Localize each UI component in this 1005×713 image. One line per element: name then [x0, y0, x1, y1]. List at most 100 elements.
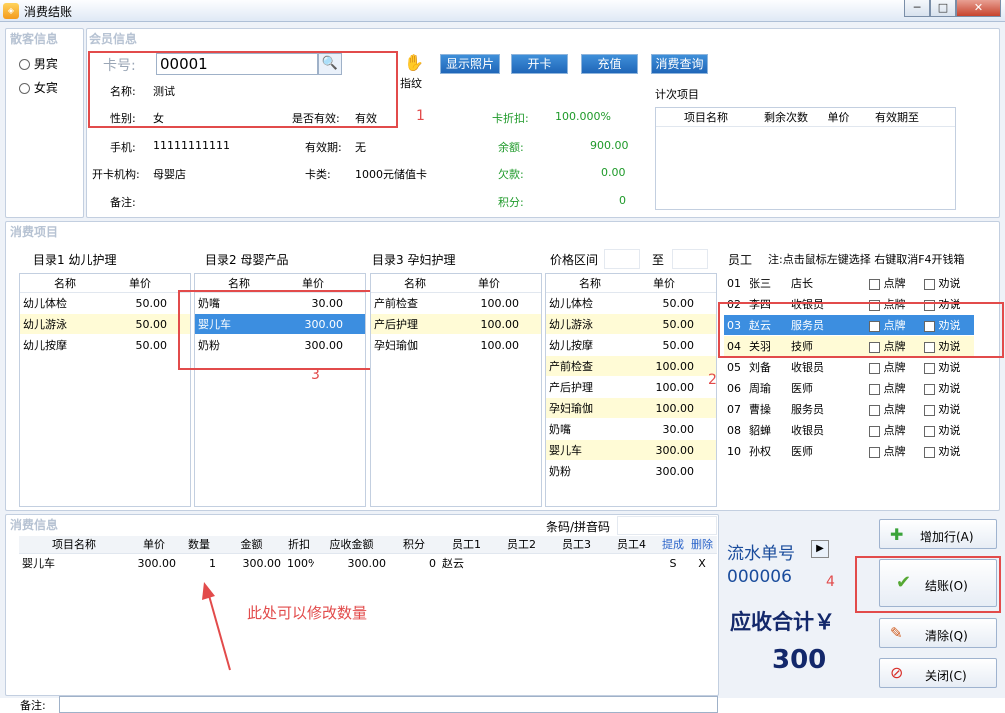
list-item[interactable]: 孕妇瑜伽 100.00	[371, 335, 541, 356]
category-2-tab[interactable]: 目录2 母婴产品	[205, 251, 288, 268]
persuade-checkbox[interactable]: 劝说	[921, 378, 971, 398]
persuade-checkbox[interactable]: 劝说	[921, 357, 971, 377]
receivable-label: 应收合计￥	[730, 610, 835, 634]
show-photo-button[interactable]: 显示照片	[440, 54, 500, 74]
count-col-price: 单价	[827, 111, 850, 124]
price-range-label: 价格区间	[550, 253, 599, 267]
minimize-button[interactable]: ─	[904, 0, 930, 17]
guest-title: 散客信息	[10, 32, 59, 46]
consume-cell	[494, 554, 549, 573]
consume-cell	[549, 554, 604, 573]
list-item[interactable]: 奶嘴 30.00	[546, 419, 716, 440]
col-name: 名称	[404, 277, 426, 290]
recharge-button[interactable]: 充值	[581, 54, 638, 74]
point-checkbox[interactable]: 点牌	[866, 357, 921, 377]
consume-cell[interactable]: S	[659, 554, 687, 573]
list-item[interactable]: 幼儿体检 50.00	[20, 293, 190, 314]
col-price: 单价	[129, 277, 151, 290]
count-col-expiry: 有效期至	[875, 111, 919, 124]
persuade-checkbox[interactable]: 劝说	[921, 399, 971, 419]
list-item[interactable]: 幼儿游泳 50.00	[546, 314, 716, 335]
category-3-tab[interactable]: 目录3 孕妇护理	[372, 251, 455, 268]
fingerprint-label[interactable]: 指纹	[400, 75, 422, 91]
list-item[interactable]: 幼儿按摩 50.00	[546, 335, 716, 356]
annotation-2: 2	[708, 372, 717, 388]
consume-col: 积分	[403, 538, 425, 551]
close-window-button[interactable]: ✕	[956, 0, 1001, 17]
points-label: 积分:	[498, 196, 524, 209]
open-card-button[interactable]: 开卡	[511, 54, 568, 74]
table-row[interactable]: 婴儿车300.001300.00100%300.000赵云SX	[19, 554, 717, 574]
barcode-input[interactable]	[617, 516, 717, 535]
point-checkbox[interactable]: 点牌	[866, 378, 921, 398]
list-item[interactable]: 产前检查 100.00	[546, 356, 716, 377]
category-1-grid: 名称 单价 幼儿体检 50.00 幼儿游泳 50.00 幼儿按摩 50.00	[19, 273, 191, 507]
expiry-value: 无	[355, 141, 366, 154]
list-item[interactable]: 幼儿体检 50.00	[546, 293, 716, 314]
list-item[interactable]: 婴儿车 300.00	[546, 440, 716, 461]
male-radio[interactable]: 男宾	[19, 55, 58, 72]
remark-label: 备注:	[20, 699, 46, 712]
staff-row[interactable]: 08 貂蝉 收银员 点牌 劝说	[724, 420, 974, 441]
point-checkbox[interactable]: 点牌	[866, 420, 921, 440]
staff-row[interactable]: 10 孙权 医师 点牌 劝说	[724, 441, 974, 462]
valid-value: 有效	[355, 112, 377, 125]
price-max-input[interactable]	[672, 249, 708, 269]
category-1-tab[interactable]: 目录1 幼儿护理	[33, 251, 116, 268]
maximize-button[interactable]: □	[930, 0, 956, 17]
list-item[interactable]: 幼儿按摩 50.00	[20, 335, 190, 356]
list-item[interactable]: 奶粉 300.00	[546, 461, 716, 482]
member-title: 会员信息	[89, 32, 138, 46]
consume-cell[interactable]: X	[687, 554, 717, 573]
point-checkbox[interactable]: 点牌	[866, 441, 921, 461]
count-col-name: 项目名称	[684, 111, 728, 124]
staff-row[interactable]: 06 周瑜 医师 点牌 劝说	[724, 378, 974, 399]
plus-icon: ✚	[890, 525, 904, 544]
persuade-checkbox[interactable]: 劝说	[921, 273, 971, 293]
female-radio[interactable]: 女宾	[19, 79, 58, 96]
debt-label: 欠款:	[498, 168, 524, 181]
list-item[interactable]: 产后护理 100.00	[371, 314, 541, 335]
persuade-checkbox[interactable]: 劝说	[921, 420, 971, 440]
annotation-box-3	[178, 290, 388, 370]
annotation-box-2	[718, 302, 1004, 358]
fingerprint-icon[interactable]: ✋	[401, 53, 427, 72]
search-icon[interactable]: 🔍	[318, 53, 342, 75]
category-3-grid: 名称 单价 产前检查 100.00 产后护理 100.00 孕妇瑜伽 100.00	[370, 273, 542, 507]
cursor-icon[interactable]: ▶	[811, 540, 829, 558]
title-bar: ◈ 消费结账 ─ □ ✕	[0, 0, 1005, 22]
add-row-button[interactable]: ✚ 增加行(A)	[879, 519, 997, 549]
list-item[interactable]: 产前检查 100.00	[371, 293, 541, 314]
consume-col: 提成	[662, 538, 684, 551]
price-min-input[interactable]	[604, 249, 640, 269]
checkout-button[interactable]: ✔ 结账(O)	[879, 559, 997, 607]
all-items-grid: 名称 单价 幼儿体检 50.00 幼儿游泳 50.00 幼儿按摩 50.00 产前检查 1…	[545, 273, 717, 507]
close-button[interactable]: ⊘ 关闭(C)	[879, 658, 997, 688]
staff-row[interactable]: 05 刘备 收银员 点牌 劝说	[724, 357, 974, 378]
persuade-checkbox[interactable]: 劝说	[921, 441, 971, 461]
list-item[interactable]: 孕妇瑜伽 100.00	[546, 398, 716, 419]
card-number-input[interactable]	[156, 53, 318, 75]
list-item[interactable]: 产后护理 100.00	[546, 377, 716, 398]
point-checkbox[interactable]: 点牌	[866, 273, 921, 293]
debt-value: 0.00	[601, 166, 626, 179]
staff-row[interactable]: 07 曹操 服务员 点牌 劝说	[724, 399, 974, 420]
clear-button[interactable]: ✎ 清除(Q)	[879, 618, 997, 648]
staff-row[interactable]: 01 张三 店长 点牌 劝说	[724, 273, 974, 294]
count-col-remaining: 剩余次数	[764, 111, 808, 124]
quantity-cell[interactable]: 1	[179, 554, 219, 573]
gender-value: 女	[153, 112, 164, 125]
annotation-1: 1	[416, 108, 425, 124]
window-title: 消费结账	[24, 5, 73, 19]
list-item[interactable]: 幼儿游泳 50.00	[20, 314, 190, 335]
consume-cell: 100%	[287, 557, 314, 570]
balance-label: 余额:	[498, 141, 524, 154]
col-name: 名称	[54, 277, 76, 290]
stop-icon: ⊘	[890, 663, 904, 682]
point-checkbox[interactable]: 点牌	[866, 399, 921, 419]
discount-label: 卡折扣:	[492, 112, 529, 125]
items-title: 消费项目	[10, 225, 59, 239]
balance-value: 900.00	[590, 139, 629, 152]
remark-input[interactable]	[59, 696, 718, 713]
consume-query-button[interactable]: 消费查询	[651, 54, 708, 74]
